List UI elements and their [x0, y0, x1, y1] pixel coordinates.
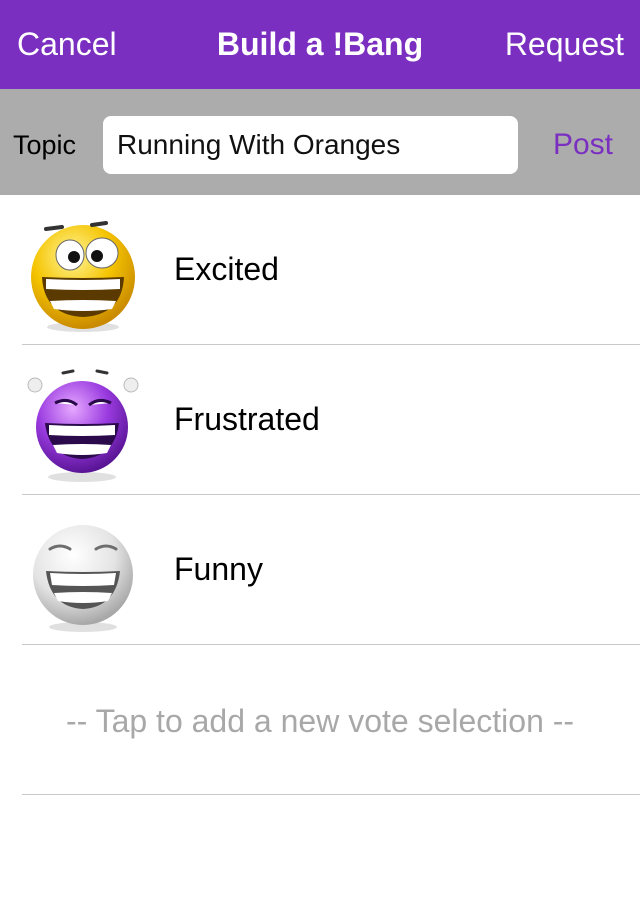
request-button[interactable]: Request [505, 24, 624, 64]
add-vote-selection-row[interactable]: -- Tap to add a new vote selection -- [0, 645, 640, 795]
post-button[interactable]: Post [553, 127, 613, 163]
topic-label: Topic [13, 130, 77, 160]
choice-label: Frustrated [174, 401, 320, 437]
funny-emoji-icon [33, 525, 133, 632]
topic-input[interactable] [103, 116, 518, 174]
list-item-frustrated[interactable]: Frustrated [0, 345, 640, 495]
nav-bar: Cancel Build a !Bang Request [0, 0, 640, 89]
choice-label: Funny [174, 551, 263, 587]
topic-bar: Topic Post [0, 89, 640, 195]
list-item-excited[interactable]: Excited [0, 195, 640, 345]
add-vote-selection-label: -- Tap to add a new vote selection -- [65, 703, 575, 739]
list-item-funny[interactable]: Funny [0, 495, 640, 645]
vote-selection-list: Excited Frustrated Funny -- Tap to add a… [0, 195, 640, 795]
frustrated-emoji-icon [27, 369, 139, 482]
choice-label: Excited [174, 251, 279, 287]
excited-emoji-icon [31, 221, 135, 332]
